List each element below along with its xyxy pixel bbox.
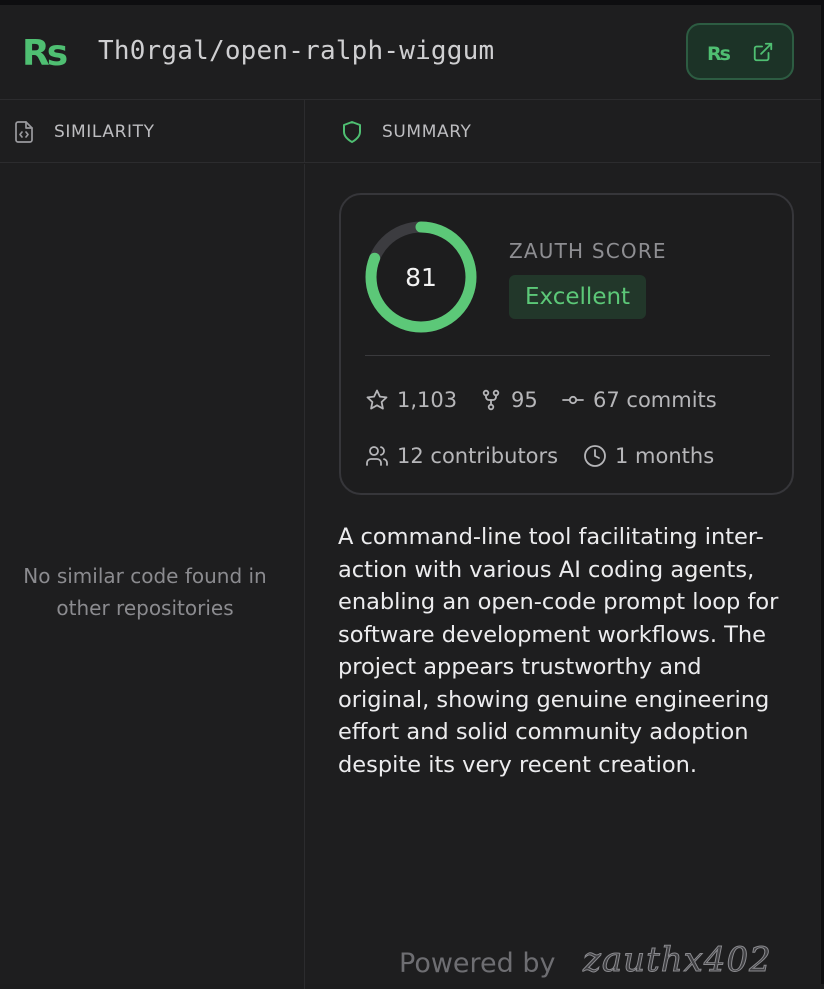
score-gauge: 81 — [365, 221, 477, 333]
divider — [365, 355, 770, 356]
rs-logo-icon: Rs — [707, 44, 733, 62]
shield-icon — [343, 121, 361, 143]
header: Rs Th0rgal/open-ralph-wiggum Rs — [0, 5, 821, 100]
score-label: ZAUTH SCORE — [509, 239, 667, 263]
users-icon — [366, 446, 388, 466]
stat-contributors: 12 contributors — [365, 441, 565, 471]
summary-text: A command-line tool facilitating inter-a… — [338, 521, 788, 781]
app-window: Rs Th0rgal/open-ralph-wiggum Rs SIMILARI… — [0, 0, 824, 989]
repo-title[interactable]: Th0rgal/open-ralph-wiggum — [98, 33, 494, 69]
commit-icon — [562, 395, 584, 405]
svg-text:Rs: Rs — [22, 33, 67, 72]
tab-similarity[interactable]: SIMILARITY — [0, 100, 305, 163]
tab-bar: SIMILARITY SUMMARY — [0, 100, 821, 163]
tab-similarity-label: SIMILARITY — [54, 122, 155, 142]
brand-logo[interactable]: zauthx402 — [583, 939, 772, 981]
star-icon — [366, 389, 388, 410]
stat-stars: 1,103 — [365, 385, 465, 415]
svg-text:Rs: Rs — [707, 44, 731, 62]
tab-summary-label: SUMMARY — [382, 122, 472, 142]
rating-badge: Excellent — [509, 275, 647, 319]
rs-logo-icon: Rs — [22, 33, 70, 72]
stat-forks: 95 — [479, 385, 549, 415]
summary-paragraph: A command-line tool facilitating inter-a… — [338, 524, 779, 778]
score-value: 81 — [405, 263, 437, 292]
clock-icon — [584, 445, 606, 467]
code-file-icon — [15, 121, 33, 143]
similarity-panel: No similar code found in other repositor… — [0, 164, 305, 989]
open-repo-button[interactable]: Rs — [686, 23, 794, 80]
empty-state-message: No similar code found in other repositor… — [23, 564, 267, 620]
stat-commits: 67 commits — [561, 385, 731, 415]
external-link-icon — [753, 42, 773, 62]
tab-summary[interactable]: SUMMARY — [306, 100, 821, 163]
score-card: 81 ZAUTH SCORE Excellent 1,103 95 67 com… — [339, 193, 794, 495]
powered-by-label: Powered by — [399, 948, 556, 979]
stat-age: 1 months — [583, 441, 733, 471]
fork-icon — [482, 389, 500, 411]
